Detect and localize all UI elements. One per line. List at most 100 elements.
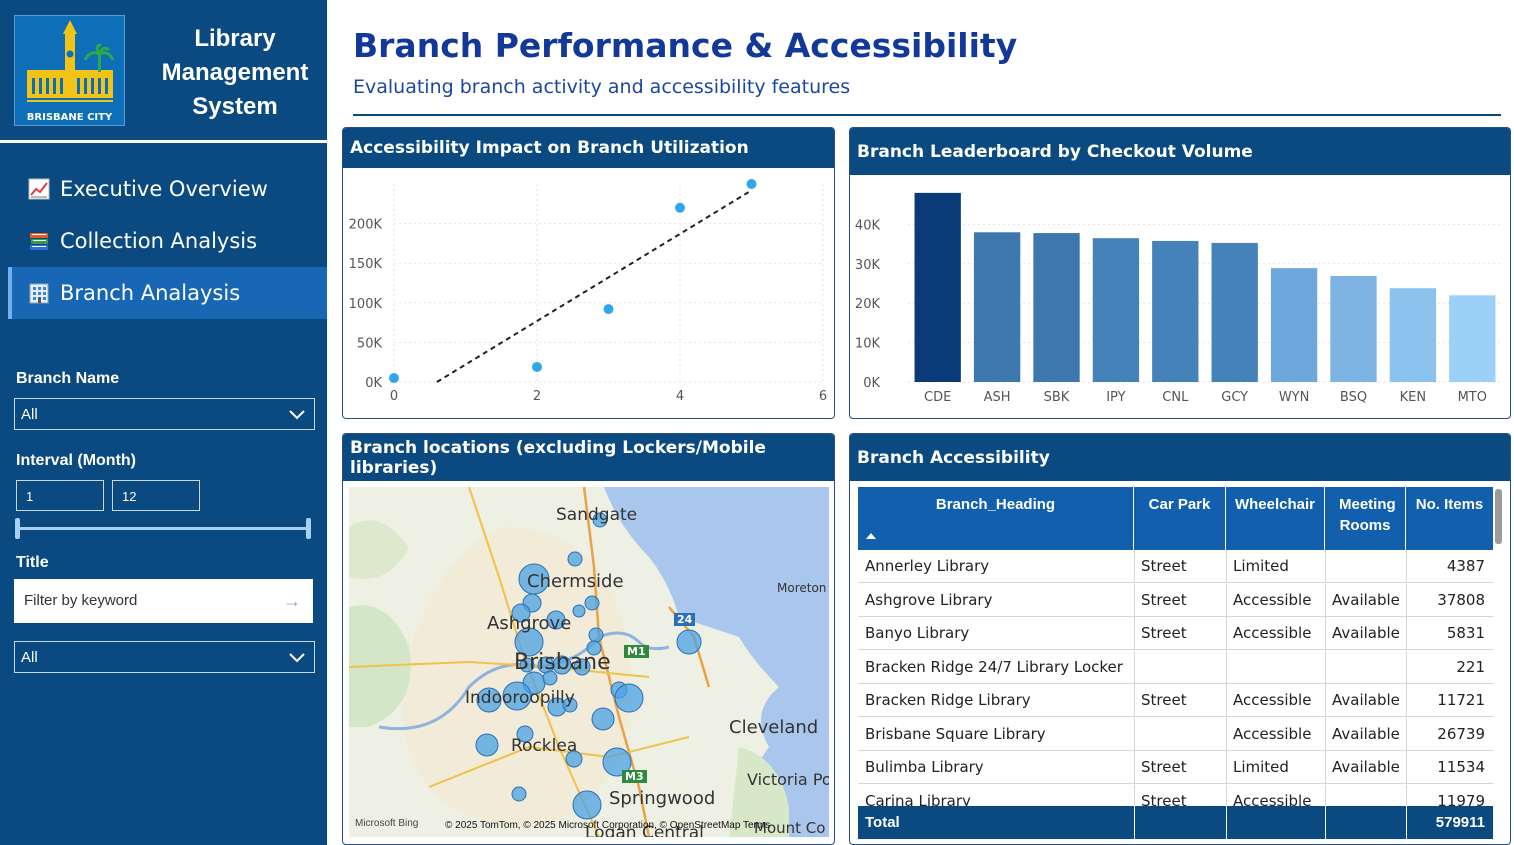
map-label-chermside: Chermside (527, 571, 624, 592)
search-placeholder: Filter by keyword (24, 592, 138, 609)
column-header-branch[interactable]: Branch_Heading (858, 487, 1134, 550)
table-header: Branch_Heading Car Park Wheelchair Meeti… (858, 487, 1493, 550)
bing-logo: Microsoft Bing (355, 818, 419, 829)
bar (1092, 238, 1140, 382)
sidebar: BRISBANE CITY Library Management System … (0, 0, 327, 845)
map-label-victoria-point: Victoria Po (747, 770, 829, 789)
map-panel: Branch locations (excluding Lockers/Mobi… (342, 433, 835, 845)
x-tick-label: WYN (1279, 390, 1310, 405)
title-dropdown[interactable]: All (14, 641, 315, 673)
table-scrollbar[interactable] (1495, 489, 1502, 544)
sort-ascending-icon[interactable] (866, 532, 876, 540)
scatter-point (532, 361, 542, 372)
interval-label: Interval (Month) (16, 452, 136, 469)
interval-from-input[interactable]: 1 (16, 480, 104, 511)
table-row[interactable]: Bracken Ridge 24/7 Library Locker 221 (858, 650, 1493, 684)
column-divider (1325, 650, 1326, 684)
nav-item-executive-overview[interactable]: Executive Overview (8, 163, 327, 215)
header-divider (353, 114, 1501, 116)
map-label-moreton: Moreton (777, 581, 827, 595)
app-title-line: Management (161, 59, 309, 86)
title-search-input[interactable]: Filter by keyword → (14, 579, 313, 623)
column-divider (1325, 617, 1326, 650)
column-divider (1406, 550, 1407, 583)
map-label-springwood: Springwood (609, 788, 716, 809)
brisbane-city-logo: BRISBANE CITY (14, 15, 125, 126)
books-icon (28, 230, 50, 252)
x-tick-label: 6 (819, 389, 827, 404)
table-cell: Limited (1233, 758, 1289, 776)
column-divider (1226, 717, 1227, 751)
map-credit: © 2025 TomTom, © 2025 Microsoft Corporat… (445, 820, 771, 831)
table-cell: Accessible (1233, 624, 1312, 642)
map-label-indooroopilly: Indooroopilly (465, 688, 575, 708)
table-row[interactable]: Brisbane Square Library Accessible Availab… (858, 717, 1493, 751)
scatter-chart-panel: Accessibility Impact on Branch Utilizati… (342, 127, 835, 419)
table-cell: Street (1141, 590, 1187, 609)
table-cell: Available (1332, 624, 1400, 642)
bar (1270, 268, 1318, 382)
column-divider (1226, 550, 1227, 583)
table-cell: Street (1141, 557, 1187, 575)
table-cell: Available (1332, 724, 1400, 743)
table-cell: 5831 (1446, 624, 1485, 642)
column-divider (1226, 806, 1227, 839)
interval-slider-start-handle[interactable] (15, 518, 20, 539)
nav-item-branch-analysis[interactable]: Branch Analaysis (8, 267, 327, 319)
office-building-icon (28, 282, 50, 304)
x-tick-label: BSQ (1340, 390, 1367, 405)
sidebar-divider (0, 140, 327, 143)
table-row[interactable]: Bulimba Library Street Limited Available 115… (858, 751, 1493, 784)
app-title: Library Management System (145, 22, 325, 124)
table-row[interactable]: Bracken Ridge Library Street Accessible Ava… (858, 684, 1493, 717)
column-header-car-park[interactable]: Car Park (1134, 487, 1226, 550)
interval-slider-end-handle[interactable] (306, 518, 311, 539)
accessibility-table-panel: Branch Accessibility Branch_Heading Car … (849, 433, 1511, 845)
y-tick-label: 10K (855, 337, 881, 352)
interval-to-input[interactable]: 12 (112, 480, 200, 511)
column-header-meeting-rooms[interactable]: Meeting Rooms (1325, 487, 1406, 550)
bar (1449, 295, 1496, 382)
logo-caption: BRISBANE CITY (26, 112, 113, 123)
scatter-point (389, 373, 399, 384)
map-label-brisbane: Brisbane (514, 650, 611, 675)
table-cell: 37808 (1437, 590, 1485, 609)
accessibility-table-title: Branch Accessibility (850, 434, 1510, 481)
map-label-route-24: 24 (674, 613, 696, 626)
map-label-sandgate: Sandgate (556, 505, 638, 525)
table-cell: Available (1332, 691, 1400, 709)
accessibility-table: Branch_Heading Car Park Wheelchair Meeti… (858, 487, 1493, 839)
table-cell: 26739 (1437, 724, 1485, 743)
table-row[interactable]: Banyo Library Street Accessible Available 58… (858, 617, 1493, 650)
y-tick-label: 20K (855, 297, 881, 312)
branch-name-value: All (21, 406, 38, 423)
column-header-label: Branch_Heading (935, 496, 1056, 513)
arrow-right-icon[interactable]: → (283, 591, 301, 612)
branch-map[interactable]: Sandgate Chermside Ashgrove Brisbane Ind… (349, 487, 829, 837)
bar (1330, 276, 1377, 382)
city-hall-icon (27, 20, 115, 102)
table-cell: Street (1141, 758, 1187, 776)
bar (973, 232, 1021, 382)
column-header-wheelchair[interactable]: Wheelchair (1226, 487, 1325, 550)
interval-slider-track[interactable] (17, 527, 308, 530)
column-divider (1226, 650, 1227, 684)
column-header-no-items[interactable]: No. Items (1406, 487, 1493, 550)
nav-item-collection-analysis[interactable]: Collection Analysis (8, 215, 327, 267)
app-title-line: Library (194, 25, 276, 52)
scatter-chart: 0K 50K 100K 150K 200K 0 2 4 6 (349, 179, 827, 404)
column-divider (1325, 684, 1326, 717)
x-tick-label: GCY (1221, 390, 1248, 405)
table-row[interactable]: Ashgrove Library Street Accessible Availabl… (858, 583, 1493, 617)
table-cell: 4387 (1446, 557, 1485, 575)
x-tick-label: CNL (1162, 390, 1189, 405)
column-divider (1325, 550, 1326, 583)
scatter-chart-title: Accessibility Impact on Branch Utilizati… (343, 128, 834, 168)
column-divider (1325, 717, 1326, 751)
column-divider (1406, 717, 1407, 751)
table-cell: Accessible (1233, 691, 1312, 709)
branch-name-dropdown[interactable]: All (14, 398, 315, 430)
bar (914, 192, 961, 382)
table-row[interactable]: Annerley Library Street Limited 4387 (858, 550, 1493, 583)
column-divider (1226, 583, 1227, 617)
